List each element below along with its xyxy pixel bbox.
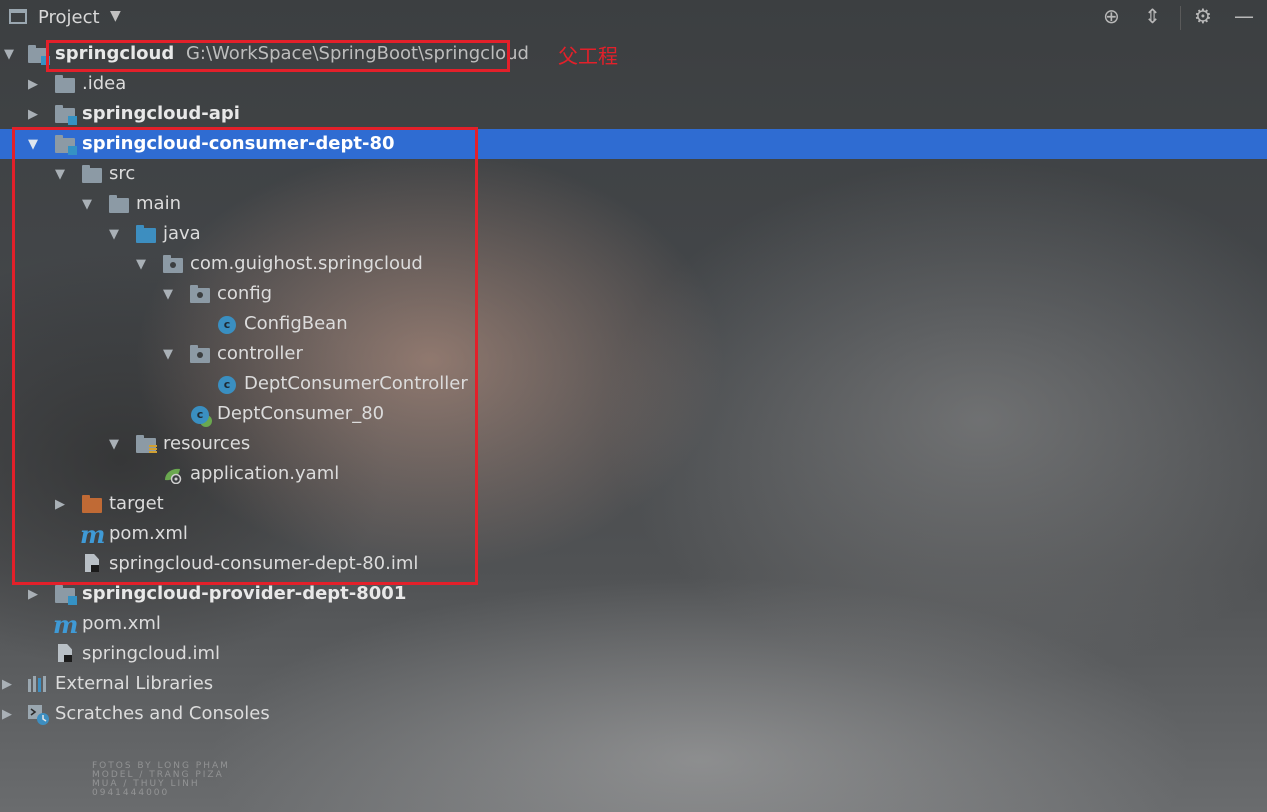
tree-node-label: main bbox=[136, 193, 181, 214]
tree-node-label: ConfigBean bbox=[244, 313, 348, 334]
tree-node-label: target bbox=[109, 493, 164, 514]
expand-arrow-icon[interactable]: ▼ bbox=[163, 287, 173, 302]
tree-node-label: Scratches and Consoles bbox=[55, 703, 270, 724]
root-project-name: springcloud bbox=[55, 43, 175, 64]
tree-node-src[interactable]: ▼ src bbox=[0, 159, 1267, 189]
expand-arrow-icon[interactable]: ▼ bbox=[55, 167, 65, 182]
folder-icon bbox=[82, 165, 102, 183]
tree-node-consumer-pom[interactable]: m pom.xml bbox=[0, 519, 1267, 549]
tree-node-configbean[interactable]: c ConfigBean bbox=[0, 309, 1267, 339]
spring-config-icon bbox=[163, 466, 183, 485]
photo-watermark: FOTOS BY LONG PHAM MODEL / TRANG PIZA MU… bbox=[92, 761, 230, 798]
expand-arrow-icon[interactable]: ▶ bbox=[28, 77, 38, 92]
tree-node-label: springcloud-provider-dept-8001 bbox=[82, 583, 407, 604]
tree-node-root[interactable]: ▼ springcloud G:\WorkSpace\SpringBoot\sp… bbox=[0, 39, 1267, 69]
tree-node-idea[interactable]: ▶ .idea bbox=[0, 69, 1267, 99]
expand-arrow-icon[interactable]: ▶ bbox=[2, 677, 12, 692]
tree-node-api[interactable]: ▶ springcloud-api bbox=[0, 99, 1267, 129]
expand-arrow-icon[interactable]: ▶ bbox=[55, 497, 65, 512]
project-tool-window-header: Project ▼ ⊕ ⇕ ⚙ — bbox=[0, 0, 1267, 36]
excluded-folder-icon bbox=[82, 495, 102, 513]
tree-node-label: src bbox=[109, 163, 136, 184]
minimize-icon[interactable]: — bbox=[1234, 6, 1254, 26]
tree-node-label: DeptConsumer_80 bbox=[217, 403, 385, 424]
tree-node-controller[interactable]: ▼ controller bbox=[0, 339, 1267, 369]
tree-node-config[interactable]: ▼ config bbox=[0, 279, 1267, 309]
expand-arrow-icon[interactable]: ▼ bbox=[163, 347, 173, 362]
library-icon bbox=[27, 675, 47, 693]
tree-node-root-pom[interactable]: m pom.xml bbox=[0, 609, 1267, 639]
tree-node-root-iml[interactable]: springcloud.iml bbox=[0, 639, 1267, 669]
maven-icon: m bbox=[53, 610, 79, 639]
toolbar-separator bbox=[1180, 6, 1181, 30]
tree-node-main[interactable]: ▼ main bbox=[0, 189, 1267, 219]
expand-arrow-icon[interactable]: ▶ bbox=[2, 707, 12, 722]
spring-boot-class-icon: c bbox=[191, 406, 209, 424]
tree-node-label: springcloud-api bbox=[82, 103, 240, 124]
tree-node-application-yaml[interactable]: application.yaml bbox=[0, 459, 1267, 489]
tree-node-label: com.guighost.springcloud bbox=[190, 253, 423, 274]
tree-node-scratches[interactable]: ▶ Scratches and Consoles bbox=[0, 699, 1267, 729]
tree-node-consumer-iml[interactable]: springcloud-consumer-dept-80.iml bbox=[0, 549, 1267, 579]
folder-icon bbox=[55, 75, 75, 93]
expand-arrow-icon[interactable]: ▶ bbox=[28, 107, 38, 122]
tree-node-label: springcloud.iml bbox=[82, 643, 221, 664]
tree-node-java[interactable]: ▼ java bbox=[0, 219, 1267, 249]
tree-node-consumer-module[interactable]: ▼ springcloud-consumer-dept-80 bbox=[0, 129, 1267, 159]
scratches-icon bbox=[27, 704, 49, 725]
expand-arrow-icon[interactable]: ▼ bbox=[109, 227, 119, 242]
tree-node-resources[interactable]: ▼ resources bbox=[0, 429, 1267, 459]
tree-node-external-libraries[interactable]: ▶ External Libraries bbox=[0, 669, 1267, 699]
module-file-icon bbox=[85, 554, 99, 572]
module-folder-icon bbox=[28, 45, 50, 65]
package-icon bbox=[163, 255, 183, 273]
module-folder-icon bbox=[55, 135, 77, 155]
annotation-label: 父工程 bbox=[558, 44, 618, 68]
tree-node-label: resources bbox=[163, 433, 251, 454]
tree-node-deptconsumercontroller[interactable]: c DeptConsumerController bbox=[0, 369, 1267, 399]
tree-node-deptconsumer80[interactable]: c DeptConsumer_80 bbox=[0, 399, 1267, 429]
project-window-icon bbox=[9, 9, 27, 24]
tree-node-label: DeptConsumerController bbox=[244, 373, 468, 394]
tree-node-label: config bbox=[217, 283, 273, 304]
tree-node-label: java bbox=[163, 223, 201, 244]
expand-arrow-icon[interactable]: ▼ bbox=[109, 437, 119, 452]
java-class-icon: c bbox=[218, 316, 236, 334]
tree-node-provider[interactable]: ▶ springcloud-provider-dept-8001 bbox=[0, 579, 1267, 609]
tree-node-package[interactable]: ▼ com.guighost.springcloud bbox=[0, 249, 1267, 279]
tree-node-label: pom.xml bbox=[82, 613, 161, 634]
tree-node-label: controller bbox=[217, 343, 303, 364]
expand-arrow-icon[interactable]: ▼ bbox=[4, 47, 14, 62]
chevron-down-icon[interactable]: ▼ bbox=[110, 8, 121, 24]
tree-node-label: springcloud-consumer-dept-80 bbox=[82, 133, 395, 154]
root-project-path: G:\WorkSpace\SpringBoot\springcloud bbox=[185, 43, 529, 64]
module-folder-icon bbox=[55, 105, 77, 125]
expand-arrow-icon[interactable]: ▼ bbox=[28, 137, 38, 152]
expand-arrow-icon[interactable]: ▼ bbox=[136, 257, 146, 272]
expand-arrow-icon[interactable]: ▶ bbox=[28, 587, 38, 602]
tree-node-label: application.yaml bbox=[190, 463, 340, 484]
tree-node-label: .idea bbox=[82, 73, 127, 94]
module-folder-icon bbox=[55, 585, 77, 605]
collapse-all-icon[interactable]: ⇕ bbox=[1144, 6, 1161, 26]
gear-icon[interactable]: ⚙ bbox=[1194, 6, 1212, 26]
tree-node-label: springcloud-consumer-dept-80.iml bbox=[109, 553, 419, 574]
module-file-icon bbox=[58, 644, 72, 662]
maven-icon: m bbox=[80, 520, 106, 549]
project-view-title[interactable]: Project bbox=[38, 7, 100, 28]
source-folder-icon bbox=[136, 225, 156, 243]
tree-node-label: pom.xml bbox=[109, 523, 188, 544]
java-class-icon: c bbox=[218, 376, 236, 394]
folder-icon bbox=[109, 195, 129, 213]
resources-folder-icon bbox=[136, 435, 157, 454]
tree-node-target[interactable]: ▶ target bbox=[0, 489, 1267, 519]
expand-arrow-icon[interactable]: ▼ bbox=[82, 197, 92, 212]
package-icon bbox=[190, 345, 210, 363]
tree-node-label: External Libraries bbox=[55, 673, 214, 694]
locate-icon[interactable]: ⊕ bbox=[1103, 6, 1120, 26]
package-icon bbox=[190, 285, 210, 303]
